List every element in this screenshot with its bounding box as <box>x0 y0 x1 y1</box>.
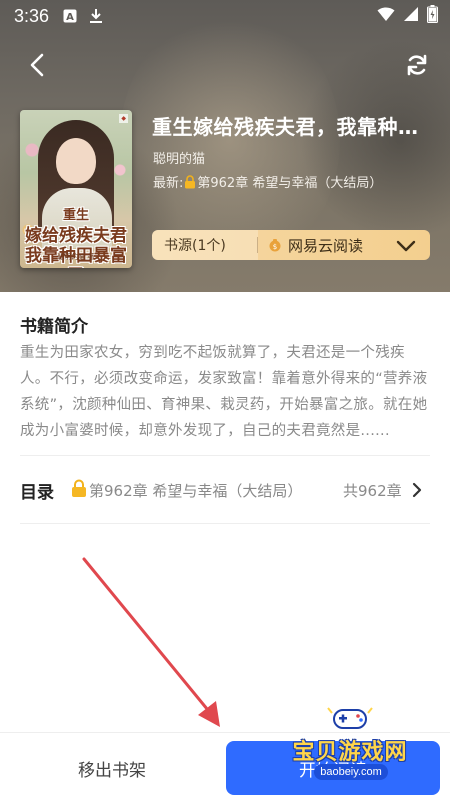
annotation-arrow-icon <box>82 557 220 727</box>
start-reading-button[interactable]: 开始阅读 <box>226 741 440 795</box>
intro-text[interactable]: 重生为田家农女，穷到吃不起饭就算了，夫君还是一个残疾人。不行，必须改变命运，发家… <box>20 340 430 444</box>
back-button[interactable] <box>20 48 54 82</box>
status-bar: 3:36 A <box>0 0 450 32</box>
cover-publisher-badge: ◆ <box>119 114 128 123</box>
book-cover[interactable]: ◆ 重生 嫁给残疾夫君 我靠种田暴富了 聪明的猫 著 <box>20 110 132 268</box>
wifi-icon <box>377 6 395 27</box>
refresh-icon <box>407 54 427 76</box>
source-selector[interactable]: 书源(1个) $ 网易云阅读 <box>152 230 430 260</box>
divider <box>20 523 430 524</box>
status-right <box>377 0 438 32</box>
svg-text:$: $ <box>273 243 277 251</box>
battery-icon <box>427 4 438 28</box>
toc-row[interactable]: 目录 第962章 希望与幸福（大结局） 共962章 <box>0 472 450 508</box>
latest-chapter-text: 第962章 希望与幸福（大结局） <box>197 176 383 191</box>
svg-text:A: A <box>66 12 74 23</box>
refresh-button[interactable] <box>400 48 434 82</box>
lock-icon <box>184 175 196 193</box>
source-name: 网易云阅读 <box>288 236 364 255</box>
book-title: 重生嫁给残疾夫君，我靠种田暴富了 <box>152 115 432 139</box>
toc-label: 目录 <box>20 482 54 503</box>
toc-latest-chapter: 第962章 希望与幸福（大结局） <box>89 481 303 500</box>
chevron-down-icon <box>396 238 416 257</box>
remove-from-shelf-button[interactable]: 移出书架 <box>12 742 212 794</box>
source-count: 书源(1个) <box>152 230 258 260</box>
header-backdrop: 3:36 A ◆ 重生 嫁给残疾夫君 我靠种田暴富 聪明的猫 著 重生嫁给残疾夫… <box>0 0 450 292</box>
lock-icon <box>71 479 87 502</box>
intro-heading: 书籍简介 <box>20 317 88 337</box>
divider <box>20 455 430 456</box>
book-author[interactable]: 聪明的猫 <box>153 148 205 167</box>
cover-author: 聪明的猫 著 <box>57 253 95 261</box>
download-icon <box>89 8 103 24</box>
latest-chapter: 最新: 第962章 希望与幸福（大结局） <box>153 172 382 193</box>
chevron-right-icon <box>412 482 422 502</box>
font-app-icon: A <box>63 9 77 23</box>
chevron-left-icon <box>30 53 44 77</box>
signal-icon <box>403 6 419 27</box>
status-time: 3:36 <box>14 5 50 26</box>
book-detail-screen: 3:36 A ◆ 重生 嫁给残疾夫君 我靠种田暴富 聪明的猫 著 重生嫁给残疾夫… <box>0 0 450 800</box>
coin-bag-icon: $ <box>268 238 282 252</box>
toc-chapter-count: 共962章 <box>343 481 402 500</box>
latest-prefix: 最新: <box>153 176 184 191</box>
bottom-action-bar: 移出书架 开始阅读 <box>0 732 450 800</box>
